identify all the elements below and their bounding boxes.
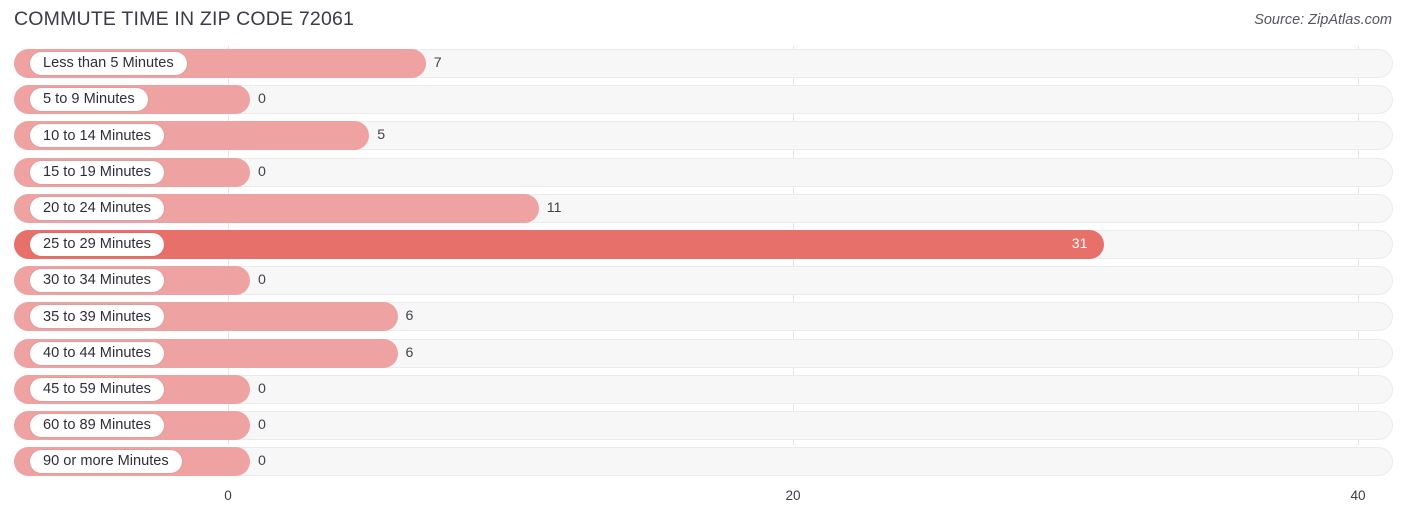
x-axis-tick-label: 20 [785, 488, 801, 503]
bar-value-label: 0 [258, 416, 266, 433]
category-label: 40 to 44 Minutes [43, 344, 151, 361]
bar-row[interactable]: 5 to 9 Minutes 0 [0, 82, 1406, 118]
bar-row[interactable]: 60 to 89 Minutes 0 [0, 408, 1406, 444]
bar-row[interactable]: 90 or more Minutes 0 [0, 444, 1406, 480]
bar-value-label: 0 [258, 163, 266, 180]
category-label-pill: 45 to 59 Minutes [30, 377, 164, 401]
bar-value-label: 5 [377, 127, 386, 144]
bar-row[interactable]: 25 to 29 Minutes 31 [0, 227, 1406, 263]
bar-value-label: 0 [258, 453, 266, 470]
category-label: 45 to 59 Minutes [43, 380, 151, 397]
bar-row[interactable]: 40 to 44 Minutes 6 [0, 336, 1406, 372]
category-label: 35 to 39 Minutes [43, 308, 151, 325]
category-label: Less than 5 Minutes [43, 55, 174, 72]
category-label: 30 to 34 Minutes [43, 272, 151, 289]
bar-row[interactable]: 15 to 19 Minutes 0 [0, 155, 1406, 191]
bar-row[interactable]: 30 to 34 Minutes 0 [0, 263, 1406, 299]
category-label: 10 to 14 Minutes [43, 127, 151, 144]
category-label-pill: 30 to 34 Minutes [30, 269, 164, 293]
category-label-pill: 10 to 14 Minutes [30, 124, 164, 148]
bar-value-label: 0 [258, 91, 266, 108]
bar-row[interactable]: 10 to 14 Minutes 5 [0, 118, 1406, 154]
category-label-pill: 15 to 19 Minutes [30, 160, 164, 184]
x-axis: 0 20 40 [0, 486, 1406, 522]
category-label-pill: 25 to 29 Minutes [30, 232, 164, 256]
x-axis-tick-label: 0 [224, 488, 232, 503]
bar-row[interactable]: 35 to 39 Minutes 6 [0, 299, 1406, 335]
source-attribution: Source: ZipAtlas.com [1254, 12, 1392, 28]
category-label-pill: 90 or more Minutes [30, 450, 182, 474]
x-axis-tick-label: 40 [1350, 488, 1366, 503]
category-label-pill: 35 to 39 Minutes [30, 305, 164, 329]
category-label-pill: 20 to 24 Minutes [30, 196, 164, 220]
category-label-pill: 40 to 44 Minutes [30, 341, 164, 365]
page-title: COMMUTE TIME IN ZIP CODE 72061 [14, 8, 355, 30]
category-label-pill: Less than 5 Minutes [30, 52, 187, 75]
bar-value-label: 11 [546, 199, 562, 216]
bar-row[interactable]: 45 to 59 Minutes 0 [0, 372, 1406, 408]
bar-value-label: 0 [258, 380, 266, 397]
plot-area: Less than 5 Minutes 7 5 to 9 Minutes 0 10 to… [0, 46, 1406, 486]
bar-row[interactable]: Less than 5 Minutes 7 [0, 46, 1406, 82]
bar-value-label: 31 [1071, 235, 1088, 252]
category-label-pill: 60 to 89 Minutes [30, 413, 164, 437]
category-label: 60 to 89 Minutes [43, 417, 151, 434]
category-label: 90 or more Minutes [43, 453, 169, 470]
category-label: 5 to 9 Minutes [43, 91, 135, 108]
category-label: 15 to 19 Minutes [43, 163, 151, 180]
bar-value-label: 0 [258, 272, 266, 289]
chart-root: COMMUTE TIME IN ZIP CODE 72061 Source: Z… [0, 0, 1406, 522]
category-label: 20 to 24 Minutes [43, 199, 151, 216]
bar-row[interactable]: 20 to 24 Minutes 11 [0, 191, 1406, 227]
bar[interactable] [14, 229, 1104, 259]
bar-value-label: 6 [405, 344, 414, 361]
bar-rows: Less than 5 Minutes 7 5 to 9 Minutes 0 10 to… [0, 46, 1406, 480]
category-label-pill: 5 to 9 Minutes [30, 88, 148, 112]
category-label: 25 to 29 Minutes [43, 236, 151, 253]
bar-value-label: 7 [433, 55, 442, 71]
bar-value-label: 6 [405, 308, 414, 325]
